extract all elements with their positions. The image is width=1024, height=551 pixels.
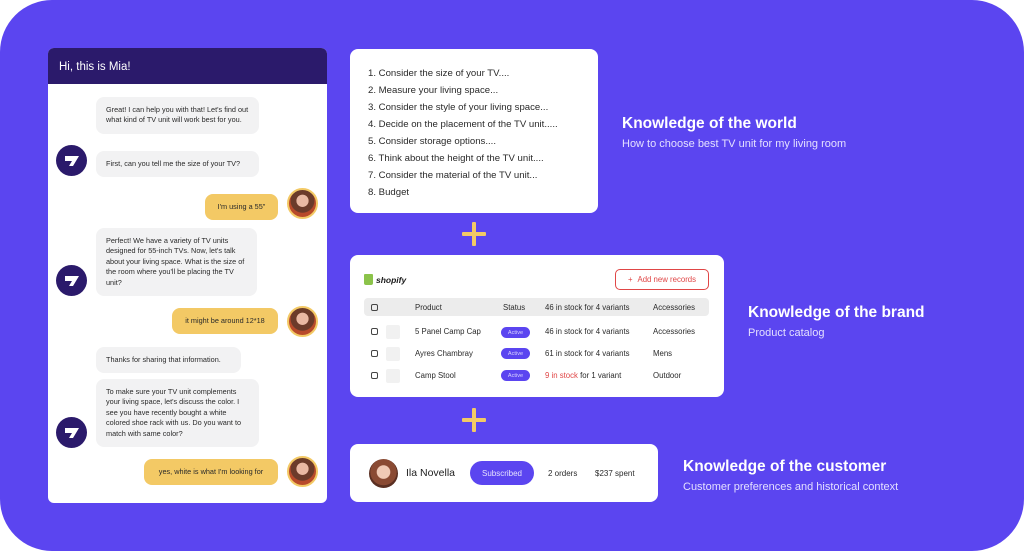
- product-name[interactable]: Camp Stool: [415, 371, 456, 380]
- product-name[interactable]: Ayres Chambray: [415, 349, 473, 358]
- bot-message: Thanks for sharing that information.: [96, 347, 241, 374]
- brand-knowledge-card: shopify + Add new records Product Status…: [350, 255, 724, 397]
- stock-info: 9 in stock for 1 variant: [545, 371, 622, 380]
- world-list-item: 5. Consider storage options....: [368, 136, 496, 147]
- customer-name: Ila Novella: [406, 467, 456, 479]
- product-name[interactable]: 5 Panel Camp Cap: [415, 327, 481, 336]
- bot-avatar-icon: [56, 265, 87, 296]
- plus-icon: [462, 222, 486, 246]
- plus-icon: [462, 408, 486, 432]
- row-checkbox[interactable]: [371, 350, 378, 357]
- product-category: Mens: [653, 349, 673, 358]
- status-badge: Active: [501, 348, 530, 359]
- bot-message: First, can you tell me the size of your …: [96, 151, 259, 178]
- world-list-item: 2. Measure your living space...: [368, 85, 499, 96]
- customer-knowledge-card: Ila Novella Subscribed 2 orders $237 spe…: [350, 444, 658, 502]
- world-list-item: 8. Budget: [368, 187, 410, 198]
- customer-subtitle: Customer preferences and historical cont…: [683, 481, 899, 493]
- column-header-status: Status: [503, 303, 526, 312]
- status-badge: Active: [501, 370, 530, 381]
- chat-header: Hi, this is Mia!: [48, 48, 327, 84]
- world-list-item: 6. Think about the height of the TV unit…: [368, 153, 544, 164]
- chat-widget: Hi, this is Mia! Great! I can help you w…: [48, 48, 327, 503]
- user-message: yes, white is what I'm looking for: [144, 459, 278, 486]
- brand-subtitle: Product catalog: [748, 327, 825, 339]
- world-list-item: 1. Consider the size of your TV....: [368, 68, 510, 79]
- subscribed-badge: Subscribed: [470, 461, 534, 485]
- select-all-checkbox[interactable]: [371, 304, 378, 311]
- shopify-bag-icon: [364, 274, 373, 285]
- stock-info: 46 in stock for 4 variants: [545, 327, 630, 336]
- world-list-item: 7. Consider the material of the TV unit.…: [368, 170, 538, 181]
- world-list-item: 3. Consider the style of your living spa…: [368, 102, 549, 113]
- customer-title: Knowledge of the customer: [683, 458, 887, 475]
- bot-avatar-icon: [56, 145, 87, 176]
- shopify-logo: shopify: [364, 274, 406, 285]
- plus-icon: +: [627, 275, 633, 284]
- user-avatar: [287, 306, 318, 337]
- user-message: it might be around 12*18: [172, 308, 278, 335]
- world-title: Knowledge of the world: [622, 115, 797, 132]
- background-panel: Hi, this is Mia! Great! I can help you w…: [0, 0, 1024, 551]
- world-knowledge-card: 1. Consider the size of your TV.... 2. M…: [350, 49, 598, 213]
- column-header-stock: 46 in stock for 4 variants: [545, 303, 630, 312]
- column-header-category: Accessories: [653, 303, 696, 312]
- user-avatar: [287, 456, 318, 487]
- user-avatar: [287, 188, 318, 219]
- brand-title: Knowledge of the brand: [748, 304, 925, 321]
- customer-spent: $237 spent: [595, 469, 635, 478]
- column-header-product: Product: [415, 303, 442, 312]
- product-thumbnail: [386, 325, 400, 339]
- status-badge: Active: [501, 327, 530, 338]
- bot-message: To make sure your TV unit complements yo…: [96, 379, 259, 448]
- world-subtitle: How to choose best TV unit for my living…: [622, 138, 847, 150]
- bot-message: Perfect! We have a variety of TV units d…: [96, 228, 257, 297]
- customer-avatar: [369, 459, 398, 488]
- row-checkbox[interactable]: [371, 328, 378, 335]
- product-thumbnail: [386, 369, 400, 383]
- world-list-item: 4. Decide on the placement of the TV uni…: [368, 119, 558, 130]
- bot-avatar-icon: [56, 417, 87, 448]
- product-category: Accessories: [653, 327, 696, 336]
- customer-orders: 2 orders: [548, 469, 578, 478]
- user-message: I'm using a 55": [205, 194, 278, 221]
- product-category: Outdoor: [653, 371, 682, 380]
- bot-message: Great! I can help you with that! Let's f…: [96, 97, 259, 134]
- row-checkbox[interactable]: [371, 372, 378, 379]
- add-new-records-button[interactable]: + Add new records: [615, 269, 709, 290]
- product-thumbnail: [386, 347, 400, 361]
- stock-info: 61 in stock for 4 variants: [545, 349, 630, 358]
